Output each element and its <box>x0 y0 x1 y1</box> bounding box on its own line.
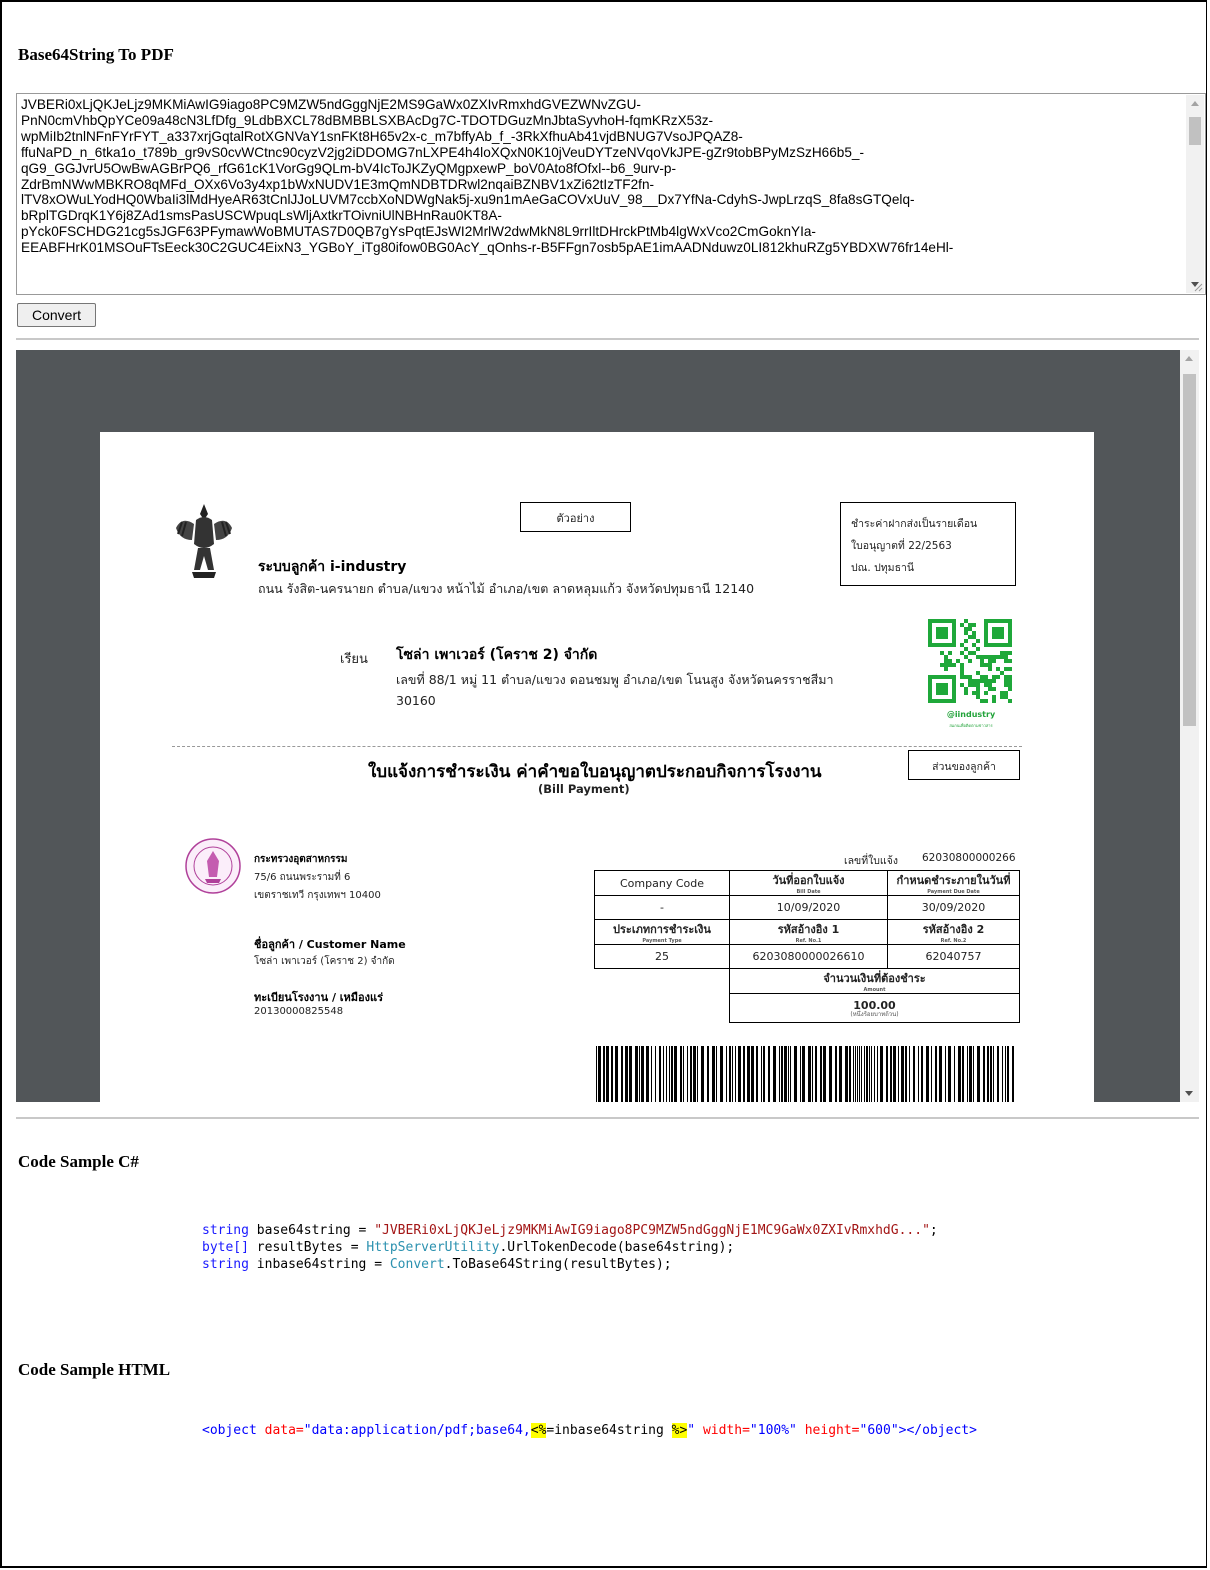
table-cell: 25 <box>594 944 730 969</box>
postage-box: ชำระค่าฝากส่งเป็นรายเดือน ใบอนุญาตที่ 22… <box>840 502 1016 586</box>
html-code-block: <object data="data:application/pdf;base6… <box>202 1423 977 1438</box>
table-cell <box>595 994 730 1023</box>
table-header-due-date: กำหนดชำระภายในวันที่ Payment Due Date <box>887 870 1020 896</box>
to-name: โซล่า เพาเวอร์ (โคราช 2) จำกัด <box>396 647 598 663</box>
table-amount-value: 100.00 (หนึ่งร้อยบาทถ้วน) <box>729 993 1020 1023</box>
invoice-number: 62030800000266 <box>922 852 1016 864</box>
table-cell: 10/09/2020 <box>729 895 888 920</box>
table-row: Company Code วันที่ออกใบแจ้ง Bill Date กำ… <box>594 870 1020 896</box>
textarea-scrollbar[interactable] <box>1186 95 1204 293</box>
pdf-viewer[interactable]: ตัวอย่าง ระบบลูกค้า i-industry ถนน รังสิ… <box>16 350 1199 1102</box>
table-row: 100.00 (หนึ่งร้อยบาทถ้วน) <box>595 993 1020 1023</box>
garuda-emblem-icon <box>176 504 232 578</box>
qr-subcaption: สแกนเพื่อติดตามข่าวสาร <box>949 723 993 728</box>
section-title-html: Code Sample HTML <box>18 1360 171 1379</box>
base64-textarea-content[interactable]: JVBERi0xLjQKJeLjz9MKMiAwIG9iago8PC9MZW5n… <box>21 97 1179 292</box>
pdf-viewer-scrollbar[interactable] <box>1180 350 1199 1102</box>
customer-value: โซล่า เพาเวอร์ (โคราช 2) จำกัด <box>254 956 395 967</box>
table-row: จำนวนเงินที่ต้องชำระ Amount <box>595 968 1020 994</box>
divider <box>16 338 1199 340</box>
table-cell: 62040757 <box>887 944 1020 969</box>
section-title-base64: Base64String To PDF <box>18 45 174 64</box>
textarea-scroll-thumb[interactable] <box>1189 117 1201 145</box>
bill-table: Company Code วันที่ออกใบแจ้ง Bill Date กำ… <box>594 870 1020 1023</box>
pdf-scroll-thumb[interactable] <box>1183 374 1196 726</box>
sample-box: ตัวอย่าง <box>520 502 631 532</box>
table-header-bill-date: วันที่ออกใบแจ้ง Bill Date <box>729 870 888 896</box>
divider <box>16 1117 1199 1119</box>
ministry-seal-icon <box>185 838 241 894</box>
to-address-line2: 30160 <box>396 693 436 708</box>
ministry-addr2: เขตราชเทวี กรุงเทพฯ 10400 <box>254 890 381 901</box>
customer-copy-box: ส่วนของลูกค้า <box>908 750 1020 780</box>
factory-label: ทะเบียนโรงงาน / เหมืองแร่ <box>254 991 384 1004</box>
table-header-ref2: รหัสอ้างอิง 2 Ref. No.2 <box>887 919 1020 945</box>
table-header-company-code: Company Code <box>594 870 730 896</box>
to-label: เรียน <box>340 652 368 667</box>
invoice-label: เลขที่ใบแจ้ง <box>844 855 898 867</box>
csharp-code-block: string base64string = "JVBERi0xLjQKJeLjz… <box>202 1223 938 1272</box>
table-row: - 10/09/2020 30/09/2020 <box>594 895 1020 920</box>
table-cell: 6203080000026610 <box>729 944 888 969</box>
table-header-amount: จำนวนเงินที่ต้องชำระ Amount <box>729 968 1020 994</box>
resize-grip-icon[interactable] <box>1193 282 1203 292</box>
barcode-icon <box>596 1046 1014 1102</box>
table-cell: 30/09/2020 <box>887 895 1020 920</box>
pdf-page: ตัวอย่าง ระบบลูกค้า i-industry ถนน รังสิ… <box>100 432 1094 1102</box>
table-cell: - <box>594 895 730 920</box>
bill-subtitle: (Bill Payment) <box>538 782 630 796</box>
to-address-line1: เลขที่ 88/1 หมู่ 11 ตำบล/แขวง ดอนชมพู อำ… <box>396 672 834 687</box>
ministry-addr1: 75/6 ถนนพระรามที่ 6 <box>254 872 351 883</box>
scroll-up-arrow-icon[interactable] <box>1191 101 1199 106</box>
qr-caption: @iindustry <box>946 710 996 719</box>
table-row: 25 6203080000026610 62040757 <box>594 944 1020 969</box>
table-header-ref1: รหัสอ้างอิง 1 Ref. No.1 <box>729 919 888 945</box>
section-title-csharp: Code Sample C# <box>18 1152 139 1171</box>
pdf-scroll-up-arrow-icon[interactable] <box>1185 356 1193 361</box>
org-name: ระบบลูกค้า i-industry <box>258 559 407 575</box>
bill-title: ใบแจ้งการชำระเงิน ค่าคำขอใบอนุญาตประกอบก… <box>368 762 822 782</box>
convert-button[interactable]: Convert <box>17 303 96 327</box>
table-header-payment-type: ประเภทการชำระเงิน Payment Type <box>594 919 730 945</box>
org-address: ถนน รังสิต-นครนายก ตำบล/แขวง หน้าไม้ อำเ… <box>258 581 755 596</box>
table-cell <box>595 969 730 994</box>
cut-line <box>172 746 1022 747</box>
pdf-scroll-down-arrow-icon[interactable] <box>1185 1091 1193 1096</box>
factory-value: 20130000825548 <box>254 1006 344 1017</box>
table-row: ประเภทการชำระเงิน Payment Type รหัสอ้างอิ… <box>594 919 1020 945</box>
customer-label: ชื่อลูกค้า / Customer Name <box>254 938 406 951</box>
qr-code-icon <box>928 619 1012 703</box>
base64-textarea[interactable]: JVBERi0xLjQKJeLjz9MKMiAwIG9iago8PC9MZW5n… <box>16 93 1206 295</box>
ministry-name: กระทรวงอุตสาหกรรม <box>254 854 348 865</box>
